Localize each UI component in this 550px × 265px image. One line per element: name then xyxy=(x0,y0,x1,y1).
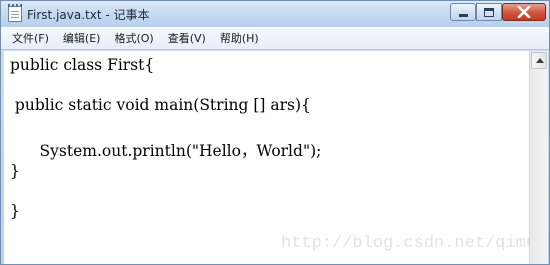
editor-line: } xyxy=(10,202,20,220)
editor-line: System.out.println("Hello，World"); xyxy=(10,142,322,160)
menu-file[interactable]: 文件(F) xyxy=(5,28,56,48)
notepad-icon[interactable] xyxy=(8,4,22,22)
minimize-button[interactable] xyxy=(450,3,476,21)
menu-edit[interactable]: 编辑(E) xyxy=(56,28,108,48)
menu-bar: 文件(F) 编辑(E) 格式(O) 查看(V) 帮助(H) xyxy=(1,27,549,50)
minimize-icon xyxy=(451,4,475,20)
editor-line: } xyxy=(10,162,20,180)
menu-help[interactable]: 帮助(H) xyxy=(213,28,266,48)
menu-view[interactable]: 查看(V) xyxy=(161,28,213,48)
arrow-up-icon xyxy=(536,58,544,63)
notepad-window: First.java.txt - 记事本 文件(F) 编辑(E) 格式(O) 查… xyxy=(0,0,550,265)
close-button[interactable] xyxy=(502,3,546,21)
vertical-scrollbar[interactable] xyxy=(529,51,548,264)
menu-format[interactable]: 格式(O) xyxy=(107,28,160,48)
editor-line: public class First{ xyxy=(10,56,155,74)
text-editor[interactable]: public class First{ public static void m… xyxy=(4,51,529,264)
window-title: First.java.txt - 记事本 xyxy=(27,8,150,22)
title-bar[interactable]: First.java.txt - 记事本 xyxy=(1,1,549,27)
watermark-text: http://blog.csdn.net/qimu_ xyxy=(281,234,529,253)
maximize-icon xyxy=(477,4,501,20)
editor-line: public static void main(String [] ars){ xyxy=(10,96,311,114)
close-icon xyxy=(503,4,545,20)
scroll-up-button[interactable] xyxy=(531,52,547,69)
maximize-button[interactable] xyxy=(476,3,502,21)
